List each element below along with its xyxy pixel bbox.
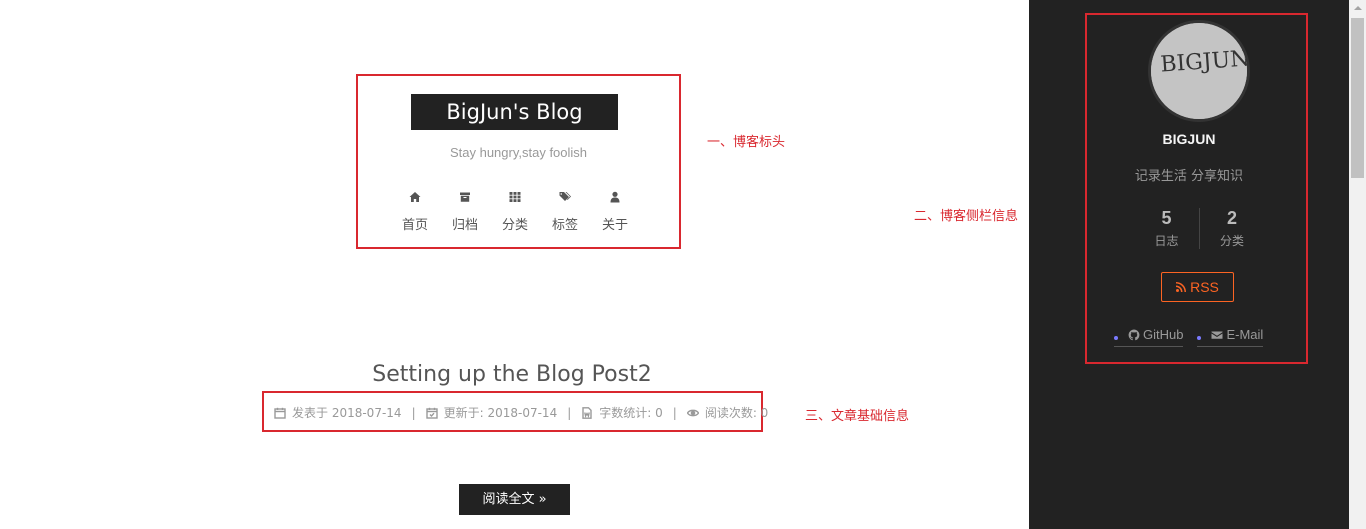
post-title[interactable]: Setting up the Blog Post2 xyxy=(262,362,762,387)
post-date-created: 发表于 2018-07-14 xyxy=(274,404,402,421)
post-views-text: 阅读次数: 0 xyxy=(704,406,769,420)
meta-divider: | xyxy=(672,405,677,420)
menu-item-about[interactable]: 关于 xyxy=(590,190,640,233)
scrollbar-thumb[interactable] xyxy=(1351,18,1364,178)
stat-categories-count: 2 xyxy=(1226,208,1237,228)
link-email[interactable]: E-Mail xyxy=(1197,327,1264,347)
menu-label-home: 首页 xyxy=(401,218,428,233)
scroll-up-arrow-icon[interactable] xyxy=(1349,0,1366,17)
menu-label-about: 关于 xyxy=(601,218,628,233)
stat-posts[interactable]: 5 日志 xyxy=(1134,208,1199,249)
stat-posts-label: 日志 xyxy=(1154,234,1179,248)
read-more-button[interactable]: 阅读全文 » xyxy=(459,484,570,515)
post-wordcount: 字数统计: 0 xyxy=(581,404,663,421)
rss-icon xyxy=(1176,282,1187,292)
archive-icon xyxy=(440,190,490,208)
menu-label-tags: 标签 xyxy=(551,218,578,233)
author-description: 记录生活 分享知识 xyxy=(1134,169,1244,184)
eye-icon xyxy=(686,409,699,416)
post-date-created-text: 发表于 2018-07-14 xyxy=(292,406,402,420)
rss-label: RSS xyxy=(1190,279,1219,295)
calendar-icon xyxy=(274,407,286,419)
site-brand[interactable]: BigJun's Blog xyxy=(411,94,618,130)
meta-divider: | xyxy=(567,405,572,420)
avatar-handwriting: BIGJUN xyxy=(1151,23,1247,119)
post-date-updated-text: 更新于: 2018-07-14 xyxy=(443,406,558,420)
social-links: GitHub E-Mail xyxy=(1114,327,1277,347)
menu-label-archives: 归档 xyxy=(451,218,478,233)
post-date-updated: 更新于: 2018-07-14 xyxy=(425,404,558,421)
file-word-icon xyxy=(582,406,592,419)
link-github[interactable]: GitHub xyxy=(1114,327,1184,347)
stat-posts-count: 5 xyxy=(1161,208,1172,228)
site-subtitle: Stay hungry,stay foolish xyxy=(449,145,588,160)
annotation-header: 一、博客标头 xyxy=(707,135,786,150)
calendar-check-icon xyxy=(425,407,438,419)
tags-icon xyxy=(540,190,590,208)
annotation-post-meta: 三、文章基础信息 xyxy=(805,409,910,424)
site-stats: 5 日志 2 分类 xyxy=(1134,208,1264,249)
bullet-dot xyxy=(1114,335,1118,340)
post-wordcount-text: 字数统计: 0 xyxy=(599,406,663,420)
meta-divider: | xyxy=(411,405,416,420)
author-name: BIGJUN xyxy=(1162,131,1216,147)
stat-categories-label: 分类 xyxy=(1219,234,1244,248)
vertical-scrollbar[interactable] xyxy=(1349,0,1366,529)
post-meta: 发表于 2018-07-14 | 更新于: 2018-07-14 | 字数统计:… xyxy=(274,404,768,421)
link-email-label: E-Mail xyxy=(1226,327,1264,342)
menu-item-tags[interactable]: 标签 xyxy=(540,190,590,233)
post-views: 阅读次数: 0 xyxy=(686,404,769,421)
bullet-dot xyxy=(1197,335,1202,340)
rss-button[interactable]: RSS xyxy=(1161,272,1234,302)
link-github-label: GitHub xyxy=(1143,327,1184,342)
main-menu: 首页 归档 分类 标签 关于 xyxy=(390,190,640,233)
home-icon xyxy=(390,190,440,208)
annotation-sidebar: 二、博客侧栏信息 xyxy=(914,209,1019,224)
stat-categories[interactable]: 2 分类 xyxy=(1199,208,1264,249)
menu-item-categories[interactable]: 分类 xyxy=(490,190,540,233)
menu-item-home[interactable]: 首页 xyxy=(390,190,440,233)
envelope-icon xyxy=(1211,331,1223,339)
user-icon xyxy=(590,190,640,208)
menu-label-categories: 分类 xyxy=(501,218,528,233)
github-icon xyxy=(1128,329,1140,340)
menu-item-archives[interactable]: 归档 xyxy=(440,190,490,233)
author-avatar: BIGJUN xyxy=(1148,20,1250,122)
th-icon xyxy=(490,190,540,208)
